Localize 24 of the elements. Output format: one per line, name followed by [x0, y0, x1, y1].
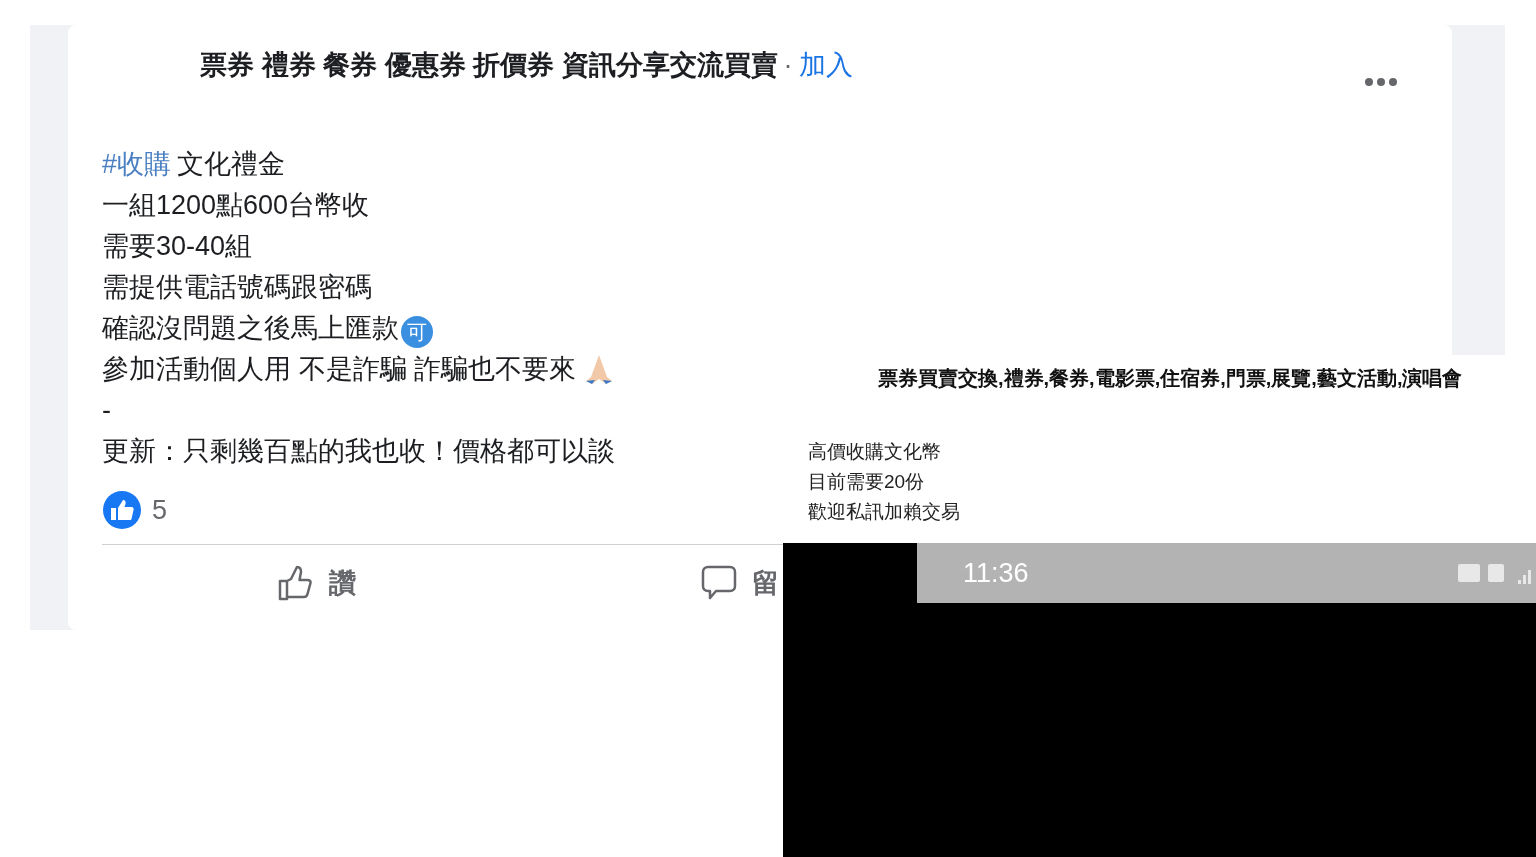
post-text: 確認沒問題之後馬上匯款 [102, 311, 399, 345]
post-text: 文化禮金 [177, 147, 286, 181]
message-text: 歡迎私訊加賴交易 [808, 500, 961, 524]
reaction-count: 5 [152, 493, 168, 527]
join-link[interactable]: 加入 [798, 50, 853, 80]
post-text: - [102, 393, 111, 427]
post-text: 一組1200點600台幣收 [102, 188, 370, 222]
message-text: 目前需要20份 [808, 470, 926, 494]
like-button[interactable]: 讚 [277, 545, 356, 622]
post-text: 需要30-40組 [102, 229, 253, 263]
group-name[interactable]: 票券 禮券 餐券 優惠券 折價券 資訊分享交流買賣 [200, 50, 778, 80]
status-time: 11:36 [963, 556, 1029, 590]
message-text: 高價收購文化幣 [808, 440, 942, 464]
more-icon [1364, 76, 1398, 87]
separator-dot: · [783, 50, 793, 80]
emoji-badge: 可 [401, 316, 433, 348]
thumbs-up-icon [277, 564, 315, 603]
post-text: 需提供電話號碼跟密碼 [102, 270, 372, 304]
post-text: 更新：只剩幾百點的我也收！價格都可以談 [102, 434, 615, 468]
comment-button[interactable]: 留 [700, 545, 779, 622]
post-text: 參加活動個人用 不是詐騙 詐騙也不要來 [102, 352, 576, 386]
like-reaction-icon [102, 489, 142, 530]
hashtag-link[interactable]: #收購 [102, 143, 172, 185]
overlay-title: 票券買賣交換,禮券,餐券,電影票,住宿券,門票,展覽,藝文活動,演唱會 [878, 366, 1464, 391]
